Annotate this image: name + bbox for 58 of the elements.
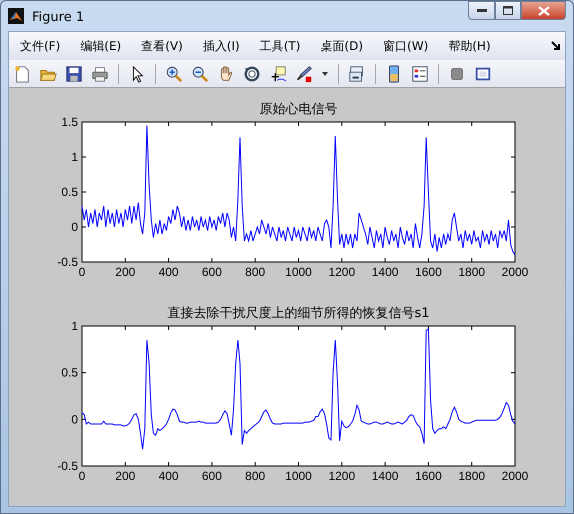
tick-label: 0 — [78, 265, 86, 279]
legend-icon — [411, 64, 429, 84]
brush-icon — [295, 64, 313, 84]
new-file-icon — [13, 64, 31, 84]
maximize-icon — [503, 6, 513, 15]
dock-arrow-icon[interactable] — [551, 41, 561, 51]
tick-label: 1400 — [372, 469, 398, 483]
rotate-icon — [243, 64, 261, 84]
menu-item[interactable]: 帮助(H) — [441, 35, 498, 57]
close-icon — [538, 6, 550, 16]
tick-label: 200 — [115, 265, 136, 279]
tick-label: 600 — [202, 265, 222, 279]
menu-item[interactable]: 工具(T) — [252, 35, 308, 57]
minimize-button[interactable] — [468, 1, 495, 20]
chart-title: 直接去除干扰尺度上的细节所得的恢复信号s1 — [167, 306, 430, 321]
menu-item[interactable]: 文件(F) — [13, 35, 68, 57]
menu-item[interactable]: 插入(I) — [196, 35, 247, 57]
menu-item[interactable]: 查看(V) — [134, 35, 190, 57]
save-icon — [65, 64, 83, 84]
tick-label: -0.5 — [57, 255, 78, 269]
minimize-icon — [476, 8, 486, 12]
tick-label: 600 — [202, 469, 222, 483]
tick-label: 1000 — [285, 469, 312, 483]
tick-label: 1200 — [328, 469, 356, 483]
link-icon — [348, 64, 366, 84]
tick-label: 1800 — [458, 469, 486, 483]
tick-label: 0 — [71, 412, 78, 426]
tick-label: 1 — [71, 150, 78, 164]
tick-label: -0.5 — [57, 459, 78, 473]
tick-label: 0 — [78, 469, 86, 483]
tick-label: 1400 — [372, 265, 398, 279]
tick-label: 800 — [245, 469, 266, 483]
app-icon — [8, 8, 24, 24]
caret-icon — [322, 72, 328, 76]
tick-label: 1.5 — [61, 115, 78, 129]
tick-label: 0.5 — [61, 366, 78, 380]
tick-label: 400 — [158, 265, 179, 279]
menu-item[interactable]: 编辑(E) — [73, 35, 128, 57]
menu-item[interactable]: 桌面(D) — [313, 35, 370, 57]
tick-label: 1 — [71, 319, 78, 333]
tick-label: 1000 — [285, 265, 312, 279]
maximize-button[interactable] — [495, 1, 521, 20]
tick-label: 1800 — [458, 265, 486, 279]
tick-label: 0.5 — [61, 185, 78, 199]
tick-label: 2000 — [502, 469, 528, 483]
tick-label: 1200 — [328, 265, 356, 279]
tick-label: 1600 — [415, 265, 442, 279]
tick-label: 800 — [245, 265, 266, 279]
window-title: Figure 1 — [32, 9, 84, 27]
tick-label: 1600 — [415, 469, 442, 483]
tick-label: 0 — [71, 220, 78, 234]
menu-item[interactable]: 窗口(W) — [376, 35, 436, 57]
tick-label: 200 — [115, 469, 136, 483]
chart-title: 原始心电信号 — [260, 102, 338, 117]
close-button[interactable] — [521, 1, 566, 20]
data-cursor-icon — [269, 64, 287, 84]
tick-label: 400 — [158, 469, 179, 483]
tick-label: 2000 — [502, 265, 528, 279]
